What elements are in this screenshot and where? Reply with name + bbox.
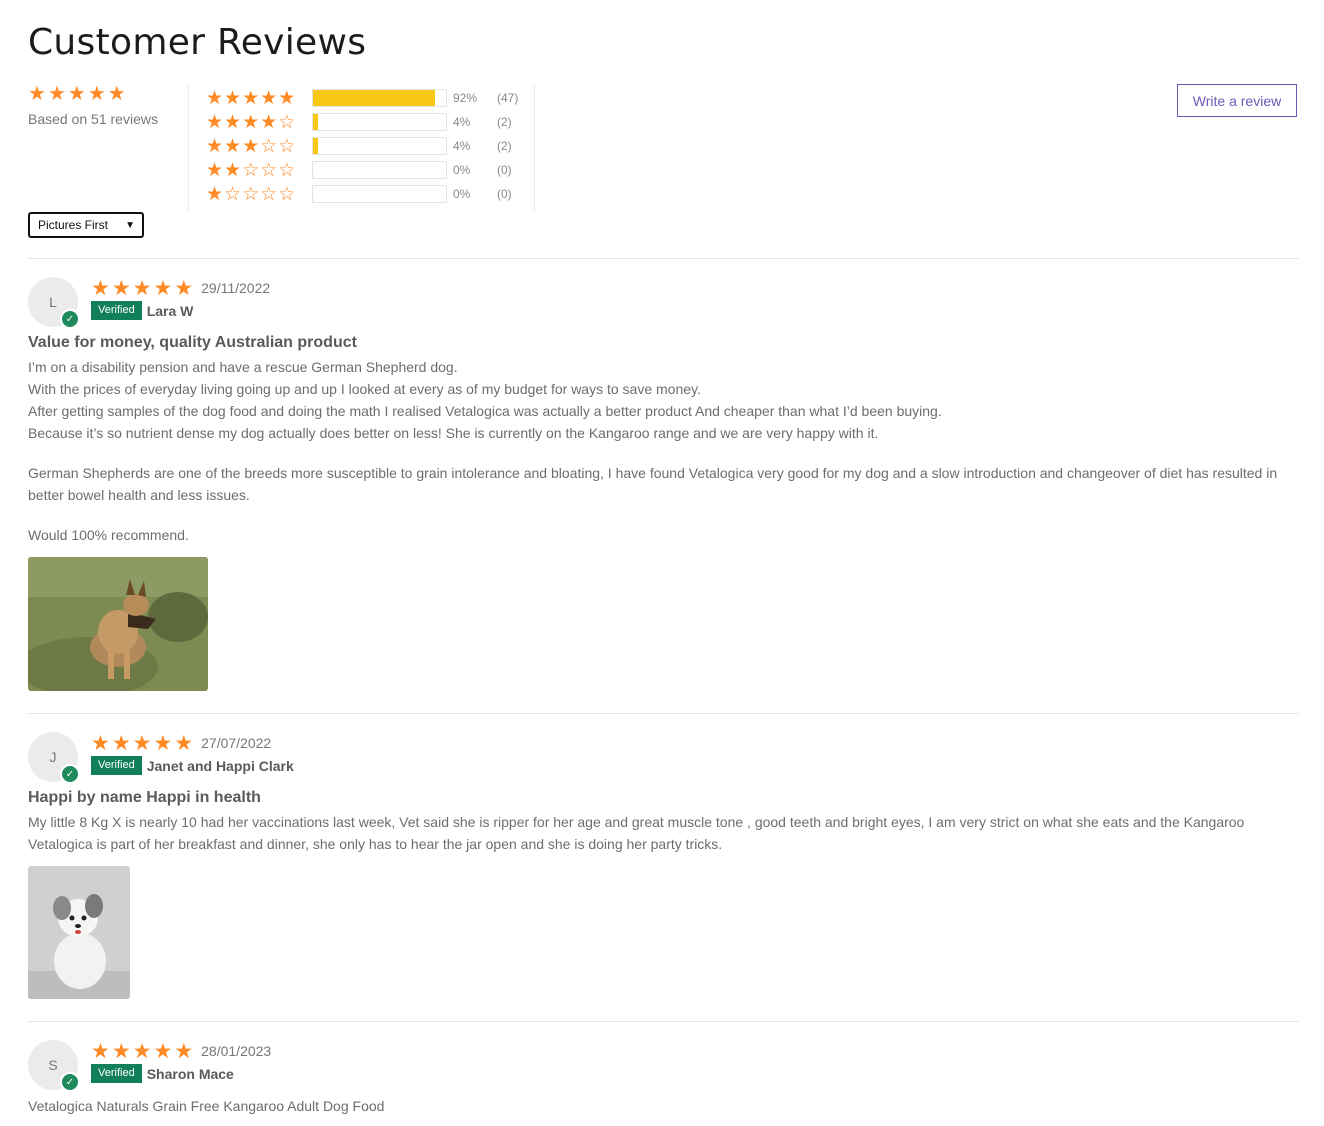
three-star-icons: ★ ★ ★ ☆ ☆	[206, 135, 296, 157]
german-shepherd-photo	[28, 557, 208, 691]
review-text: After getting samples of the dog food an…	[28, 403, 942, 419]
histogram-count: (0)	[497, 187, 512, 201]
histogram-percent: 0%	[453, 187, 471, 201]
verified-check-icon: ✓	[60, 764, 80, 784]
histogram-percent: 92%	[453, 91, 478, 105]
review-text: My little 8 Kg X is nearly 10 had her va…	[28, 814, 1245, 852]
review-body: Vetalogica Naturals Grain Free Kangaroo …	[28, 1095, 1299, 1117]
histogram-bar-fill	[313, 138, 319, 154]
review-photo[interactable]	[28, 557, 208, 691]
review-rating-stars: ★ ★ ★ ★ ★	[91, 731, 194, 755]
page-title: Customer Reviews	[28, 22, 367, 63]
review-count-text: Based on 51 reviews	[28, 111, 158, 127]
star-icon: ★	[87, 83, 106, 105]
small-white-dog-photo	[28, 866, 130, 999]
review-text: Vetalogica Naturals Grain Free Kangaroo …	[28, 1098, 385, 1114]
divider	[28, 713, 1299, 714]
review-author: Sharon Mace	[146, 1065, 234, 1082]
verified-check-icon: ✓	[60, 1072, 80, 1092]
review-author: Lara W	[146, 302, 194, 319]
histogram-row-3[interactable]: ★ ★ ★ ☆ ☆ 4% (2)	[206, 134, 518, 158]
histogram-count: (2)	[497, 139, 512, 153]
sort-select[interactable]: Pictures First ▼	[28, 212, 144, 238]
review-photo[interactable]	[28, 866, 130, 999]
histogram-row-5[interactable]: ★ ★ ★ ★ ★ 92% (47)	[206, 86, 518, 110]
review-body: I’m on a disability pension and have a r…	[28, 356, 1299, 546]
verified-check-icon: ✓	[60, 309, 80, 329]
divider	[188, 84, 189, 212]
histogram-row-1[interactable]: ★ ☆ ☆ ☆ ☆ 0% (0)	[206, 182, 518, 206]
divider	[28, 1021, 1299, 1022]
review-text: I’m on a disability pension and have a r…	[28, 359, 458, 375]
rating-summary: ★ ★ ★ ★ ★ Based on 51 reviews	[28, 84, 158, 127]
star-icon: ★	[107, 83, 126, 105]
verified-badge: Verified	[91, 756, 142, 775]
histogram-bar	[312, 137, 447, 155]
review-text: Because it’s so nutrient dense my dog ac…	[28, 425, 879, 441]
review-text: German Shepherds are one of the breeds m…	[28, 465, 1278, 503]
avatar-initial: S	[48, 1057, 58, 1073]
star-icon: ★	[67, 83, 86, 105]
histogram-count: (47)	[497, 91, 519, 105]
verified-badge: Verified	[91, 1064, 142, 1083]
avatar-initial: L	[49, 294, 57, 310]
histogram-percent: 4%	[453, 115, 471, 129]
divider	[534, 84, 535, 212]
histogram-count: (0)	[497, 163, 512, 177]
review-date: 27/07/2022	[201, 735, 272, 751]
sort-selected-label: Pictures First	[38, 218, 109, 232]
review-author: Janet and Happi Clark	[146, 757, 294, 774]
histogram-row-4[interactable]: ★ ★ ★ ★ ☆ 4% (2)	[206, 110, 518, 134]
review-date: 28/01/2023	[201, 1043, 272, 1059]
review-body: My little 8 Kg X is nearly 10 had her va…	[28, 811, 1278, 855]
histogram-percent: 0%	[453, 163, 471, 177]
review-rating-stars: ★ ★ ★ ★ ★	[91, 276, 194, 300]
rating-histogram: ★ ★ ★ ★ ★ 92% (47) ★ ★ ★ ★ ☆ 4% (2) ★ ★ ★ ☆ ☆ 4% (2)…	[206, 86, 518, 206]
verified-badge: Verified	[91, 301, 142, 320]
histogram-count: (2)	[497, 115, 512, 129]
review-text: Would 100% recommend.	[28, 527, 189, 543]
four-star-icons: ★ ★ ★ ★ ☆	[206, 111, 296, 133]
review-text: With the prices of everyday living going…	[28, 381, 701, 397]
star-icon: ★	[47, 83, 66, 105]
average-rating-stars: ★ ★ ★ ★ ★	[28, 84, 126, 104]
review-rating-stars: ★ ★ ★ ★ ★	[91, 1039, 194, 1063]
write-review-button[interactable]: Write a review	[1177, 84, 1297, 117]
histogram-bar-fill	[313, 114, 319, 130]
chevron-down-icon: ▼	[125, 219, 135, 231]
divider	[28, 258, 1299, 259]
one-star-icons: ★ ☆ ☆ ☆ ☆	[206, 183, 296, 205]
histogram-bar	[312, 185, 447, 203]
histogram-bar	[312, 161, 447, 179]
five-star-icons: ★ ★ ★ ★ ★	[206, 87, 296, 109]
two-star-icons: ★ ★ ☆ ☆ ☆	[206, 159, 296, 181]
histogram-bar	[312, 89, 447, 107]
histogram-percent: 4%	[453, 139, 471, 153]
star-icon: ★	[28, 83, 46, 105]
review-title: Happi by name Happi in health	[28, 789, 261, 806]
histogram-row-2[interactable]: ★ ★ ☆ ☆ ☆ 0% (0)	[206, 158, 518, 182]
histogram-bar-fill	[313, 90, 436, 106]
review-title: Value for money, quality Australian prod…	[28, 334, 357, 351]
histogram-bar	[312, 113, 447, 131]
review-date: 29/11/2022	[201, 280, 271, 296]
avatar-initial: J	[49, 749, 57, 765]
